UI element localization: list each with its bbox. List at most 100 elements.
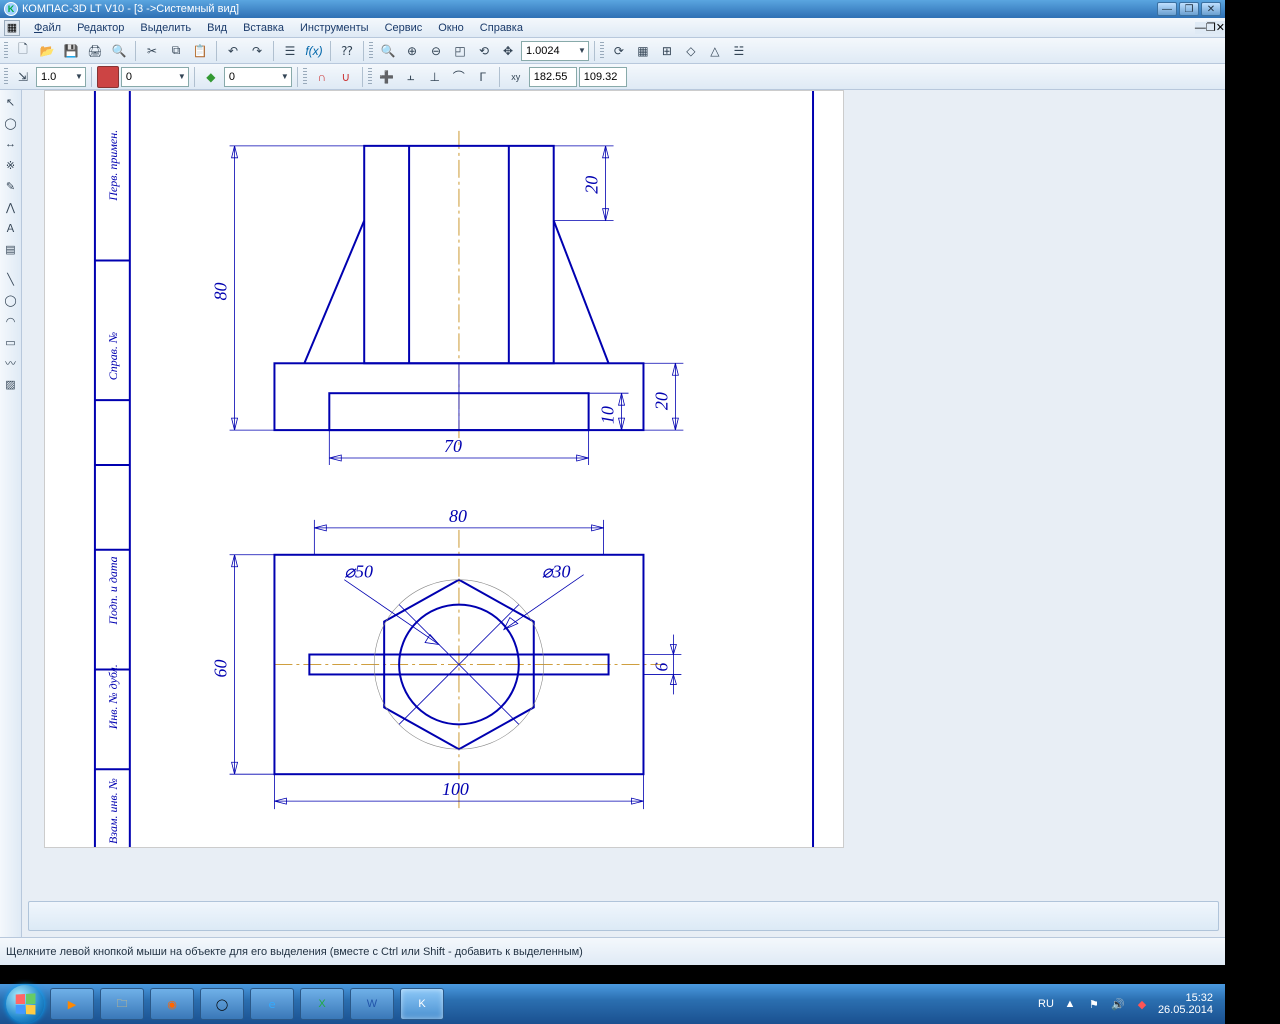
dim-h80: 80 bbox=[211, 282, 231, 300]
circle-tool[interactable]: ◯ bbox=[1, 290, 21, 310]
measure-tool[interactable]: Ａ bbox=[1, 218, 21, 238]
tray-volume-icon[interactable]: 🔊 bbox=[1110, 996, 1126, 1012]
edit-tool[interactable]: ✎ bbox=[1, 176, 21, 196]
snap-end-button[interactable]: ◇ bbox=[680, 40, 702, 62]
geometry-tool[interactable]: ◯ bbox=[1, 113, 21, 133]
tray-up-icon[interactable]: ▲ bbox=[1062, 996, 1078, 1012]
step-dropdown[interactable]: 1.0▼ bbox=[36, 67, 86, 87]
spline-tool[interactable]: 〰 bbox=[1, 353, 21, 373]
menu-insert[interactable]: Вставка bbox=[235, 20, 292, 36]
save-button[interactable]: 💾 bbox=[60, 40, 82, 62]
pan-button[interactable]: ✥ bbox=[497, 40, 519, 62]
coord-xy-button[interactable]: xy bbox=[505, 66, 527, 88]
zoom-out-button[interactable]: ⊖ bbox=[425, 40, 447, 62]
refresh-button[interactable]: ⟳ bbox=[608, 40, 630, 62]
close-button[interactable]: ✕ bbox=[1201, 2, 1221, 16]
menubar: ▦ Файл Редактор Выделить Вид Вставка Инс… bbox=[0, 18, 1225, 38]
symbol-tool[interactable]: ※ bbox=[1, 155, 21, 175]
menu-file[interactable]: Файл bbox=[26, 20, 69, 36]
layer-dropdown[interactable]: 0▼ bbox=[224, 67, 292, 87]
task-firefox[interactable]: ◉ bbox=[150, 988, 194, 1020]
ortho-button[interactable]: ⊞ bbox=[656, 40, 678, 62]
zoom-dropdown[interactable]: 1.0024▼ bbox=[521, 41, 589, 61]
help-cursor-button[interactable]: ⁇ bbox=[336, 40, 358, 62]
menu-help[interactable]: Справка bbox=[472, 20, 531, 36]
frame-col1: Перв. примен. bbox=[106, 130, 120, 202]
zoom-extents-button[interactable]: 🔍 bbox=[377, 40, 399, 62]
preview-button[interactable]: 🔍 bbox=[108, 40, 130, 62]
mdi-restore-button[interactable]: ❐ bbox=[1206, 21, 1216, 34]
redo-button[interactable]: ↷ bbox=[246, 40, 268, 62]
local-cs-button[interactable]: ➕ bbox=[376, 66, 398, 88]
layer-swatch[interactable]: ◆ bbox=[200, 66, 222, 88]
dim-h60: 60 bbox=[211, 659, 231, 677]
snap-mid-button[interactable]: △ bbox=[704, 40, 726, 62]
task-mediaplayer[interactable]: ▶ bbox=[50, 988, 94, 1020]
cursor-tool[interactable]: ↖ bbox=[1, 92, 21, 112]
assoc-tool[interactable]: ▤ bbox=[1, 239, 21, 259]
system-menu-icon[interactable]: ▦ bbox=[4, 20, 20, 36]
arc-tool[interactable]: ◠ bbox=[1, 311, 21, 331]
task-chrome[interactable]: ◯ bbox=[200, 988, 244, 1020]
param-tool[interactable]: ⋀ bbox=[1, 197, 21, 217]
print-button[interactable]: 🖨 bbox=[84, 40, 106, 62]
variables-button[interactable]: f(x) bbox=[303, 40, 325, 62]
dim-d30: ⌀30 bbox=[542, 562, 571, 582]
minimize-button[interactable]: — bbox=[1157, 2, 1177, 16]
properties-button[interactable]: ☰ bbox=[279, 40, 301, 62]
copy-button[interactable]: ⧉ bbox=[165, 40, 187, 62]
menu-view[interactable]: Вид bbox=[199, 20, 235, 36]
zoom-in-button[interactable]: ⊕ bbox=[401, 40, 423, 62]
grid-button[interactable]: ▦ bbox=[632, 40, 654, 62]
style-dropdown[interactable]: 0▼ bbox=[121, 67, 189, 87]
line-tool[interactable]: ╲ bbox=[1, 269, 21, 289]
paste-button[interactable]: 📋 bbox=[189, 40, 211, 62]
zoom-prev-button[interactable]: ⟲ bbox=[473, 40, 495, 62]
mdi-minimize-button[interactable]: — bbox=[1195, 22, 1206, 34]
tray-flag-icon[interactable]: ⚑ bbox=[1086, 996, 1102, 1012]
canvas[interactable]: Перв. примен. Справ. № Подп. и дата Инв.… bbox=[22, 90, 1225, 895]
hatch-tool[interactable]: ▨ bbox=[1, 374, 21, 394]
layers-button[interactable]: ☱ bbox=[728, 40, 750, 62]
mdi-close-button[interactable]: ✕ bbox=[1216, 21, 1225, 34]
tray-clock[interactable]: 15:32 26.05.2014 bbox=[1158, 992, 1219, 1016]
coord-y-field[interactable]: 109.32 bbox=[579, 67, 627, 87]
magnet-on-button[interactable]: ∩ bbox=[311, 66, 333, 88]
menu-service[interactable]: Сервис bbox=[377, 20, 431, 36]
menu-window[interactable]: Окно bbox=[430, 20, 472, 36]
tray-lang[interactable]: RU bbox=[1038, 998, 1054, 1010]
tray-shield-icon[interactable]: ◆ bbox=[1134, 996, 1150, 1012]
style-swatch[interactable] bbox=[97, 66, 119, 88]
start-button[interactable] bbox=[6, 985, 44, 1023]
menu-tools[interactable]: Инструменты bbox=[292, 20, 377, 36]
task-kompas[interactable]: K bbox=[400, 988, 444, 1020]
coord-x-field[interactable]: 182.55 bbox=[529, 67, 577, 87]
undo-button[interactable]: ↶ bbox=[222, 40, 244, 62]
round-button[interactable]: ⌒ bbox=[448, 66, 470, 88]
task-excel[interactable]: X bbox=[300, 988, 344, 1020]
magnet-off-button[interactable]: ∪ bbox=[335, 66, 357, 88]
new-button[interactable]: 🗋 bbox=[12, 40, 34, 62]
para-button[interactable]: ⫠ bbox=[400, 66, 422, 88]
maximize-button[interactable]: ❐ bbox=[1179, 2, 1199, 16]
task-ie[interactable]: ｅ bbox=[250, 988, 294, 1020]
zoom-window-button[interactable]: ◰ bbox=[449, 40, 471, 62]
ortho-lock-button[interactable]: Γ bbox=[472, 66, 494, 88]
cut-button[interactable]: ✂ bbox=[141, 40, 163, 62]
menu-edit[interactable]: Редактор bbox=[69, 20, 132, 36]
task-word[interactable]: W bbox=[350, 988, 394, 1020]
task-explorer[interactable]: 🗀 bbox=[100, 988, 144, 1020]
rect-tool[interactable]: ▭ bbox=[1, 332, 21, 352]
dim-r20: 20 bbox=[651, 392, 671, 410]
frame-col2: Справ. № bbox=[106, 332, 120, 380]
left-toolbox: ↖ ◯ ↔ ※ ✎ ⋀ Ａ ▤ ╲ ◯ ◠ ▭ 〰 ▨ bbox=[0, 90, 22, 937]
dim-w100: 100 bbox=[442, 779, 469, 799]
menu-select[interactable]: Выделить bbox=[132, 20, 199, 36]
frame-col3: Подп. и дата bbox=[106, 556, 120, 625]
perp-button[interactable]: ⊥ bbox=[424, 66, 446, 88]
command-bar[interactable] bbox=[28, 901, 1219, 931]
dimension-tool[interactable]: ↔ bbox=[1, 134, 21, 154]
snap-step-button[interactable]: ⇲ bbox=[12, 66, 34, 88]
open-button[interactable]: 📂 bbox=[36, 40, 58, 62]
status-bar: Щелкните левой кнопкой мыши на объекте д… bbox=[0, 937, 1225, 965]
